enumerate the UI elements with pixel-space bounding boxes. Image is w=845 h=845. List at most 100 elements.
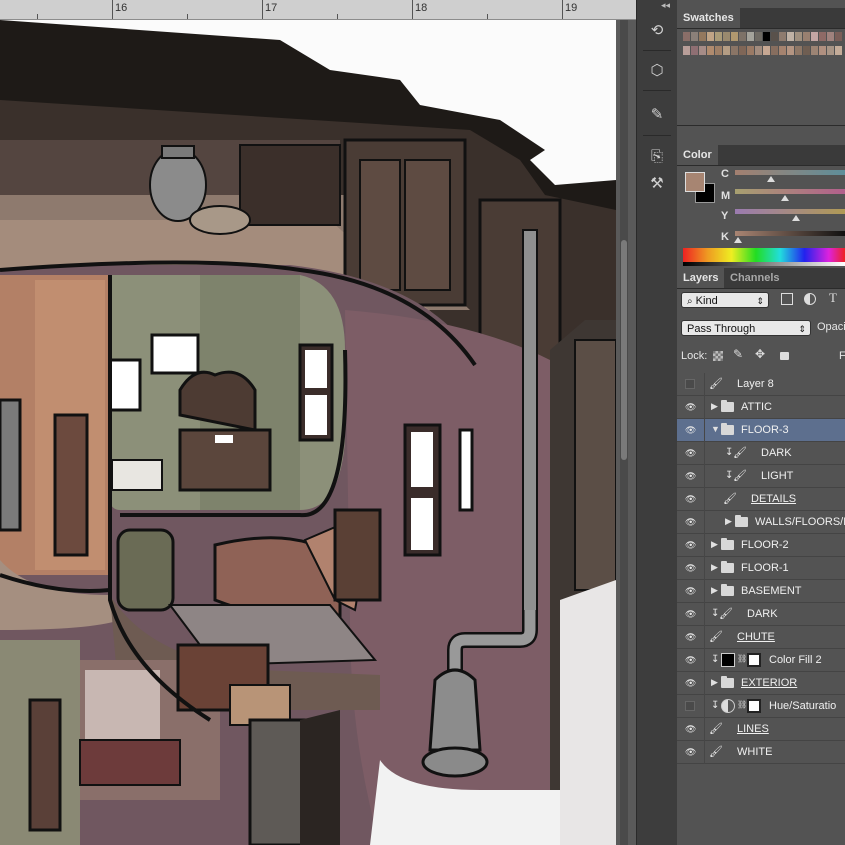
group-collapsed-icon[interactable]: ▶ xyxy=(711,539,718,550)
visibility-eye-icon[interactable]: 👁 xyxy=(685,402,697,412)
group-collapsed-icon[interactable]: ▶ xyxy=(711,677,718,688)
fill-thumbnail[interactable] xyxy=(721,653,735,667)
layer-row[interactable]: 👁 ▶ FLOOR-2 xyxy=(677,534,845,557)
color-swatch[interactable] xyxy=(763,32,770,41)
visibility-off-icon[interactable] xyxy=(685,701,695,711)
color-swatch[interactable] xyxy=(819,46,826,55)
layer-row[interactable]: 👁 ▶ ATTIC xyxy=(677,396,845,419)
lock-position-icon[interactable]: ✥ xyxy=(755,347,765,361)
visibility-eye-icon[interactable]: 👁 xyxy=(685,471,697,481)
visibility-eye-icon[interactable]: 👁 xyxy=(685,425,697,435)
color-swatch[interactable] xyxy=(835,46,842,55)
visibility-eye-icon[interactable]: 👁 xyxy=(685,678,697,688)
visibility-eye-icon[interactable]: 👁 xyxy=(685,586,697,596)
lock-transparency-icon[interactable] xyxy=(713,351,723,361)
image-filter-icon[interactable] xyxy=(781,293,793,305)
visibility-eye-icon[interactable]: 👁 xyxy=(685,540,697,550)
color-swatch[interactable] xyxy=(723,46,730,55)
color-swatch[interactable] xyxy=(699,32,706,41)
brush-preset-icon[interactable]: ✎ xyxy=(645,104,669,126)
horizontal-ruler[interactable]: 16 17 18 19 xyxy=(0,0,636,20)
color-swatch[interactable] xyxy=(691,46,698,55)
color-spectrum-bar[interactable] xyxy=(683,248,845,262)
black-slider-track[interactable] xyxy=(735,231,845,236)
adjustment-filter-icon[interactable] xyxy=(804,293,816,305)
color-swatch[interactable] xyxy=(763,46,770,55)
color-swatch[interactable] xyxy=(715,46,722,55)
filter-kind-select[interactable]: ⌕ Kind ⇕ xyxy=(681,292,769,308)
visibility-off-icon[interactable] xyxy=(685,379,695,389)
layer-row[interactable]: 👁 ↧ 🖌 DARK xyxy=(677,603,845,626)
visibility-eye-icon[interactable]: 👁 xyxy=(685,563,697,573)
lock-all-icon[interactable] xyxy=(780,352,789,360)
link-icon[interactable]: ⛓ xyxy=(737,654,747,663)
magenta-slider-track[interactable] xyxy=(735,189,845,194)
color-swatch[interactable] xyxy=(731,32,738,41)
color-swatch[interactable] xyxy=(819,32,826,41)
color-swatch[interactable] xyxy=(787,32,794,41)
layer-row[interactable]: 👁 ▶ BASEMENT xyxy=(677,580,845,603)
color-swatch[interactable] xyxy=(683,32,690,41)
blend-mode-select[interactable]: Pass Through ⇕ xyxy=(681,320,811,336)
layer-row[interactable]: 🖌 Layer 8 xyxy=(677,373,845,396)
layer-row[interactable]: 👁 ▶ EXTERIOR xyxy=(677,672,845,695)
color-swatch[interactable] xyxy=(787,46,794,55)
vertical-scrollbar[interactable] xyxy=(620,20,628,845)
collapse-panels-icon[interactable]: ◂◂ xyxy=(661,0,670,11)
cyan-slider-track[interactable] xyxy=(735,170,845,175)
cyan-slider-thumb[interactable] xyxy=(767,176,776,182)
group-collapsed-icon[interactable]: ▶ xyxy=(711,562,718,573)
magenta-slider-thumb[interactable] xyxy=(780,195,789,201)
foreground-color-swatch[interactable] xyxy=(685,172,705,192)
visibility-eye-icon[interactable]: 👁 xyxy=(685,494,697,504)
visibility-eye-icon[interactable]: 👁 xyxy=(685,724,697,734)
color-swatch[interactable] xyxy=(747,32,754,41)
color-swatch[interactable] xyxy=(827,46,834,55)
adjustment-icon[interactable] xyxy=(721,699,735,713)
layer-row[interactable]: 👁 🖌 WHITE xyxy=(677,741,845,764)
layer-row[interactable]: 👁 🖌 LINES xyxy=(677,718,845,741)
color-swatch[interactable] xyxy=(699,46,706,55)
color-swatch[interactable] xyxy=(803,32,810,41)
color-swatch[interactable] xyxy=(747,46,754,55)
color-swatch[interactable] xyxy=(811,32,818,41)
color-swatch[interactable] xyxy=(691,32,698,41)
color-swatch[interactable] xyxy=(755,46,762,55)
color-swatch[interactable] xyxy=(707,32,714,41)
visibility-eye-icon[interactable]: 👁 xyxy=(685,655,697,665)
mask-thumbnail[interactable] xyxy=(747,699,761,713)
color-swatch[interactable] xyxy=(731,46,738,55)
visibility-eye-icon[interactable]: 👁 xyxy=(685,747,697,757)
scrollbar-thumb[interactable] xyxy=(621,240,627,460)
tab-layers[interactable]: Layers xyxy=(677,268,725,288)
color-swatch[interactable] xyxy=(827,32,834,41)
document-canvas-area[interactable]: 16 17 18 19 xyxy=(0,0,636,845)
color-swatch[interactable] xyxy=(715,32,722,41)
color-swatch[interactable] xyxy=(811,46,818,55)
type-filter-icon[interactable]: T xyxy=(829,290,837,306)
visibility-eye-icon[interactable]: 👁 xyxy=(685,517,697,527)
tool-preset-icon[interactable]: ⚒ xyxy=(645,173,669,195)
lock-pixels-icon[interactable]: ✎ xyxy=(733,347,743,361)
tab-swatches[interactable]: Swatches xyxy=(677,8,740,28)
group-collapsed-icon[interactable]: ▶ xyxy=(711,585,718,596)
group-collapsed-icon[interactable]: ▶ xyxy=(711,401,718,412)
history-icon[interactable]: ⟲ xyxy=(645,20,669,42)
tab-channels[interactable]: Channels xyxy=(724,268,786,288)
link-icon[interactable]: ⛓ xyxy=(737,700,747,709)
visibility-eye-icon[interactable]: 👁 xyxy=(685,632,697,642)
layer-row[interactable]: 👁 ▶ FLOOR-1 xyxy=(677,557,845,580)
color-swatch[interactable] xyxy=(723,32,730,41)
layer-row[interactable]: 👁 🖌 CHUTE xyxy=(677,626,845,649)
color-swatch[interactable] xyxy=(779,32,786,41)
3d-icon[interactable]: ⬡ xyxy=(645,60,669,82)
grayscale-ramp[interactable] xyxy=(683,262,845,266)
layer-row[interactable]: 👁 ↧ 🖌 LIGHT xyxy=(677,465,845,488)
color-swatch[interactable] xyxy=(835,32,842,41)
visibility-eye-icon[interactable]: 👁 xyxy=(685,609,697,619)
clone-source-icon[interactable]: ⎘ xyxy=(645,146,669,168)
color-swatch[interactable] xyxy=(795,46,802,55)
color-swatch[interactable] xyxy=(803,46,810,55)
layer-row[interactable]: ↧ ⛓ Hue/Saturatio xyxy=(677,695,845,718)
layer-row[interactable]: 👁 ↧ 🖌 DARK xyxy=(677,442,845,465)
